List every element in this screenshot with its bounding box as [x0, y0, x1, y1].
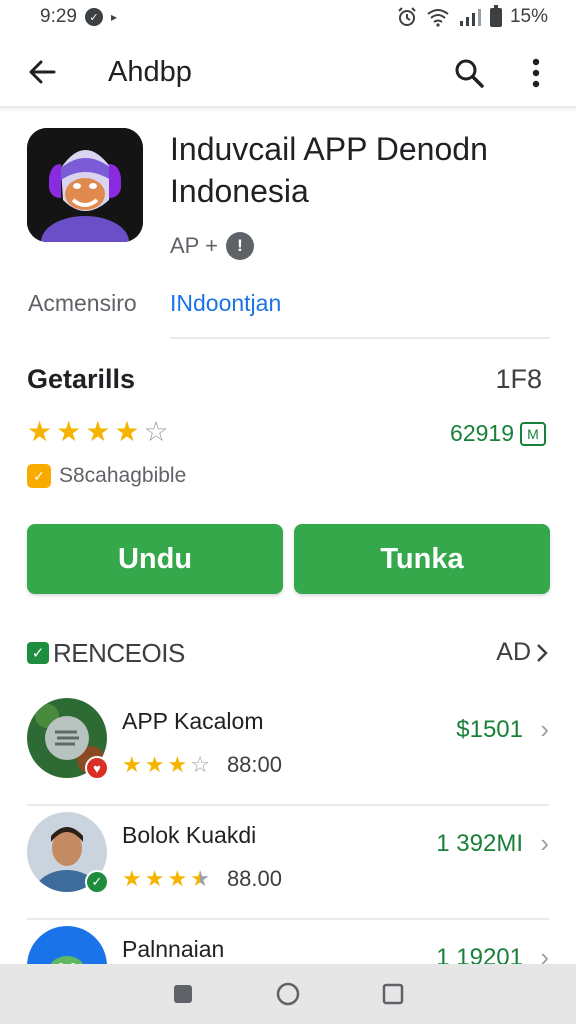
category-link[interactable]: INdoontjan [170, 290, 281, 317]
status-bar: 9:29 ✓ ▸ 15% [0, 0, 576, 34]
back-button[interactable] [22, 52, 62, 92]
rating-count: 1F8 [495, 364, 542, 394]
rec-rating-value: 88:00 [226, 752, 282, 777]
signal-icon [458, 7, 482, 27]
verified-badge-icon: ✓ [85, 870, 109, 894]
status-right: 15% [396, 4, 548, 28]
downloads-count: 62919 M [450, 420, 546, 447]
square-icon [173, 985, 192, 1003]
star-outline-icon: ☆ [190, 752, 210, 777]
battery-level: 15% [509, 6, 548, 27]
status-time: 9:29 [40, 6, 77, 27]
star-icon: ★ [27, 416, 53, 447]
square-outline-icon [383, 983, 404, 1005]
star-half-icon: ★ [190, 866, 210, 891]
recommendations-title: RENCEOIS [53, 638, 185, 668]
circle-icon [276, 982, 300, 1006]
download-box-icon: M [520, 421, 546, 446]
star-icon: ★ [144, 752, 165, 777]
star-icon: ★ [56, 416, 82, 447]
see-all-label: AD [496, 638, 531, 666]
list-item[interactable]: ♥ APP Kacalom ★ ★ ★ ☆ 88:00 $1501 › [27, 694, 549, 806]
rec-app-name: APP Kacalom [122, 708, 264, 734]
rec-rating-stars: ★ ★ ★ ☆ 88:00 [122, 752, 282, 778]
divider [170, 337, 550, 339]
see-all-link[interactable]: AD [496, 638, 549, 667]
downloads-value: 62919 [450, 420, 514, 446]
star-outline-icon: ☆ [143, 416, 169, 447]
recents-button[interactable] [163, 974, 203, 1014]
status-left: 9:29 ✓ ▸ [40, 6, 117, 28]
more-options-button[interactable] [518, 52, 554, 94]
install-button[interactable]: Undu [27, 524, 283, 594]
star-icon: ★ [122, 752, 142, 777]
star-icon: ★ [167, 752, 188, 777]
rec-app-name: Bolok Kuakdi [122, 822, 257, 848]
arrow-back-icon [29, 60, 56, 84]
developer-name: AP + [170, 233, 218, 258]
home-button[interactable] [268, 974, 308, 1014]
rating-stars: ★ ★ ★ ★ ☆ [27, 418, 169, 446]
star-icon: ★ [114, 416, 140, 447]
wifi-icon [426, 7, 450, 27]
alarm-icon [396, 6, 418, 28]
star-icon: ★ [167, 866, 188, 891]
notification-icon: ✓ [84, 8, 103, 26]
system-nav-bar [0, 964, 576, 1024]
rec-app-name: Palnnaian [122, 936, 225, 962]
content-rating-label: S8cahagbible [59, 464, 187, 487]
battery-icon [489, 4, 502, 27]
verified-check-icon: ✓ [27, 642, 49, 664]
open-button[interactable]: Tunka [294, 524, 550, 594]
play-icon: ▸ [110, 10, 118, 24]
chevron-right-icon [537, 643, 548, 662]
search-button[interactable] [448, 52, 490, 94]
chevron-right-icon: › [540, 714, 549, 744]
star-icon: ★ [122, 866, 142, 891]
details-title: Getarills [27, 364, 136, 394]
rec-rating-value: 88.00 [226, 866, 282, 891]
rec-rating-stars: ★ ★ ★ ★ 88.00 [122, 866, 282, 892]
page-title: Ahdbp [108, 56, 192, 88]
rec-price: 1 392MI [436, 830, 523, 857]
app-bar: Ahdbp [0, 34, 576, 108]
more-vert-icon [532, 58, 540, 88]
search-icon [455, 59, 484, 88]
star-icon: ★ [85, 416, 111, 447]
app-logo-icon [27, 128, 143, 242]
chevron-right-icon: › [540, 828, 549, 858]
category-row: Acmensiro INdoontjan [28, 290, 550, 320]
developer-row[interactable]: AP + ! [170, 232, 254, 260]
heart-badge-icon: ♥ [85, 756, 109, 780]
overview-button[interactable] [373, 974, 413, 1014]
recommendations-header: ✓ RENCEOIS AD [27, 638, 549, 670]
app-name: Induvcail APP Denodn Indonesia [170, 131, 488, 209]
rec-price: $1501 [456, 716, 523, 743]
info-icon[interactable]: ! [225, 232, 254, 260]
content-rating-row: ✓ S8cahagbible [27, 464, 186, 488]
list-item[interactable]: ✓ Bolok Kuakdi ★ ★ ★ ★ 88.00 1 392MI › [27, 808, 549, 920]
star-icon: ★ [144, 866, 165, 891]
category-label: Acmensiro [28, 290, 137, 316]
content-rating-icon: ✓ [27, 464, 51, 488]
